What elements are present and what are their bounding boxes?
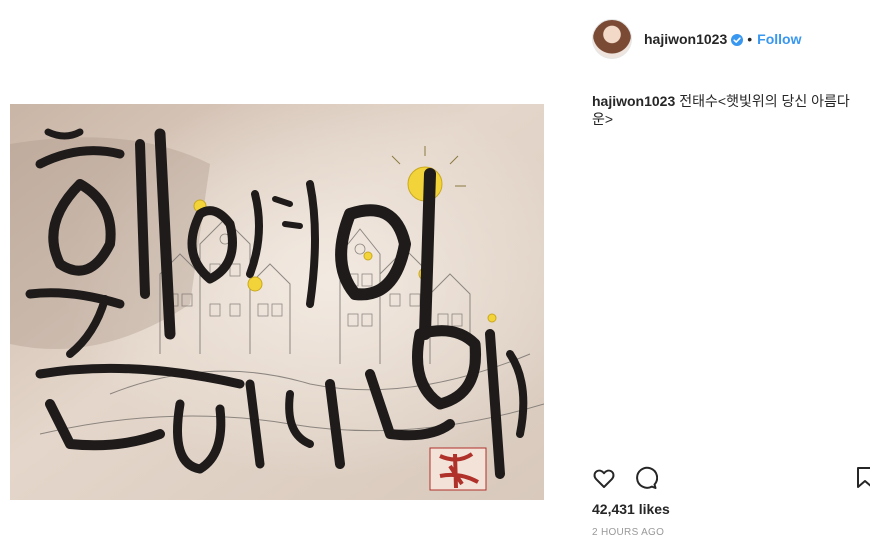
follow-button[interactable]: Follow bbox=[757, 31, 801, 47]
calligraphy-artwork bbox=[10, 104, 544, 500]
likes-count[interactable]: 42,431 likes bbox=[592, 501, 670, 517]
bookmark-icon[interactable] bbox=[856, 466, 870, 495]
post-image[interactable] bbox=[10, 104, 544, 500]
heart-icon[interactable] bbox=[592, 466, 616, 495]
separator-dot: • bbox=[747, 31, 753, 47]
post-timestamp[interactable]: 2 HOURS AGO bbox=[592, 527, 664, 538]
post-header: hajiwon1023 • Follow bbox=[592, 18, 802, 60]
verified-badge-icon bbox=[731, 33, 744, 46]
caption: hajiwon1023 전태수<햇빛위의 당신 아름다운> bbox=[592, 92, 862, 128]
username-link[interactable]: hajiwon1023 bbox=[644, 31, 727, 47]
comment-icon[interactable] bbox=[634, 466, 659, 495]
post-sidebar: hajiwon1023 • Follow hajiwon1023 전태수<햇빛위의… bbox=[562, 0, 870, 544]
red-seal bbox=[429, 447, 487, 491]
caption-username[interactable]: hajiwon1023 bbox=[592, 93, 675, 109]
action-bar bbox=[592, 466, 870, 492]
avatar[interactable] bbox=[592, 19, 632, 59]
